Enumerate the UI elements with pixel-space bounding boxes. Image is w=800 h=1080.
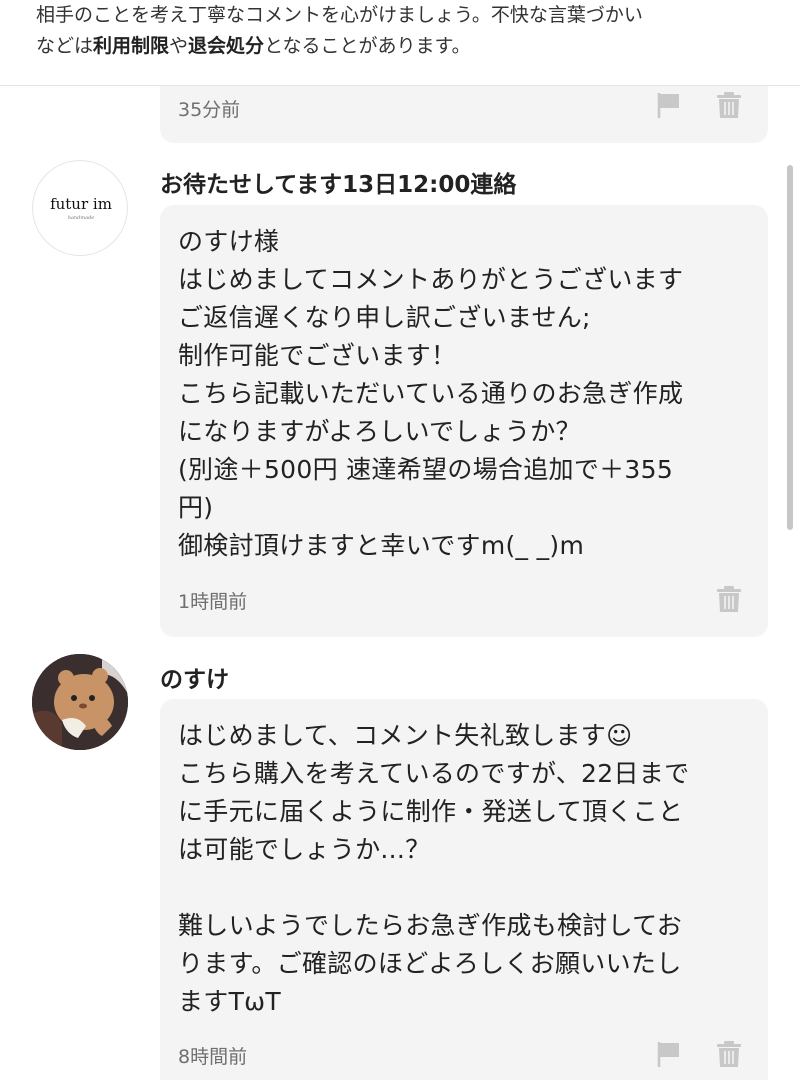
notice-account-termination: 退会処分 bbox=[188, 35, 265, 57]
notice-line-1: 相手のことを考え丁寧なコメントを心がけましょう。不快な言葉づかい bbox=[36, 4, 643, 26]
comment-guidelines-notice: 相手のことを考え丁寧なコメントを心がけましょう。不快な言葉づかい などは利用制限や… bbox=[0, 0, 800, 86]
commenter-name-seller[interactable]: お待たせしてます13日12:00連絡 bbox=[160, 165, 516, 199]
comment-time: 8時間前 bbox=[178, 1046, 248, 1068]
notice-line-2b: や bbox=[169, 35, 189, 57]
trash-icon[interactable] bbox=[716, 585, 742, 613]
trash-icon[interactable] bbox=[716, 1040, 742, 1068]
notice-line-2c: となることがあります。 bbox=[264, 35, 471, 57]
comment-bubble-1: のすけ様 はじめましてコメントありがとうございます ご返信遅くなり申し訳ございま… bbox=[160, 205, 768, 637]
comment-bubble-2: はじめまして、コメント失礼致します☺ こちら購入を考えているのですが、22日まで… bbox=[160, 699, 768, 1080]
buyer-avatar[interactable] bbox=[32, 654, 128, 750]
trash-icon[interactable] bbox=[716, 91, 742, 119]
notice-line-2a: などは bbox=[36, 35, 94, 57]
seller-avatar[interactable]: futur im handmade bbox=[32, 160, 128, 256]
flag-icon[interactable] bbox=[656, 1040, 682, 1068]
seller-logo-subtext: handmade bbox=[67, 215, 95, 221]
commenter-name-buyer[interactable]: のすけ bbox=[160, 660, 229, 694]
notice-text: 相手のことを考え丁寧なコメントを心がけましょう。不快な言葉づかい などは利用制限や… bbox=[36, 0, 764, 62]
comment-time: 1時間前 bbox=[178, 591, 248, 613]
flag-icon[interactable] bbox=[656, 91, 682, 119]
comment-body: のすけ様 はじめましてコメントありがとうございます ご返信遅くなり申し訳ございま… bbox=[178, 227, 684, 560]
seller-logo-text: futur im bbox=[50, 195, 112, 213]
hamster-avatar-icon bbox=[32, 654, 128, 750]
notice-usage-restriction: 利用制限 bbox=[93, 35, 170, 57]
comment-body: はじめまして、コメント失礼致します☺ こちら購入を考えているのですが、22日まで… bbox=[178, 721, 690, 1016]
comment-time: 35分前 bbox=[178, 99, 241, 121]
scrollbar[interactable] bbox=[787, 165, 793, 530]
